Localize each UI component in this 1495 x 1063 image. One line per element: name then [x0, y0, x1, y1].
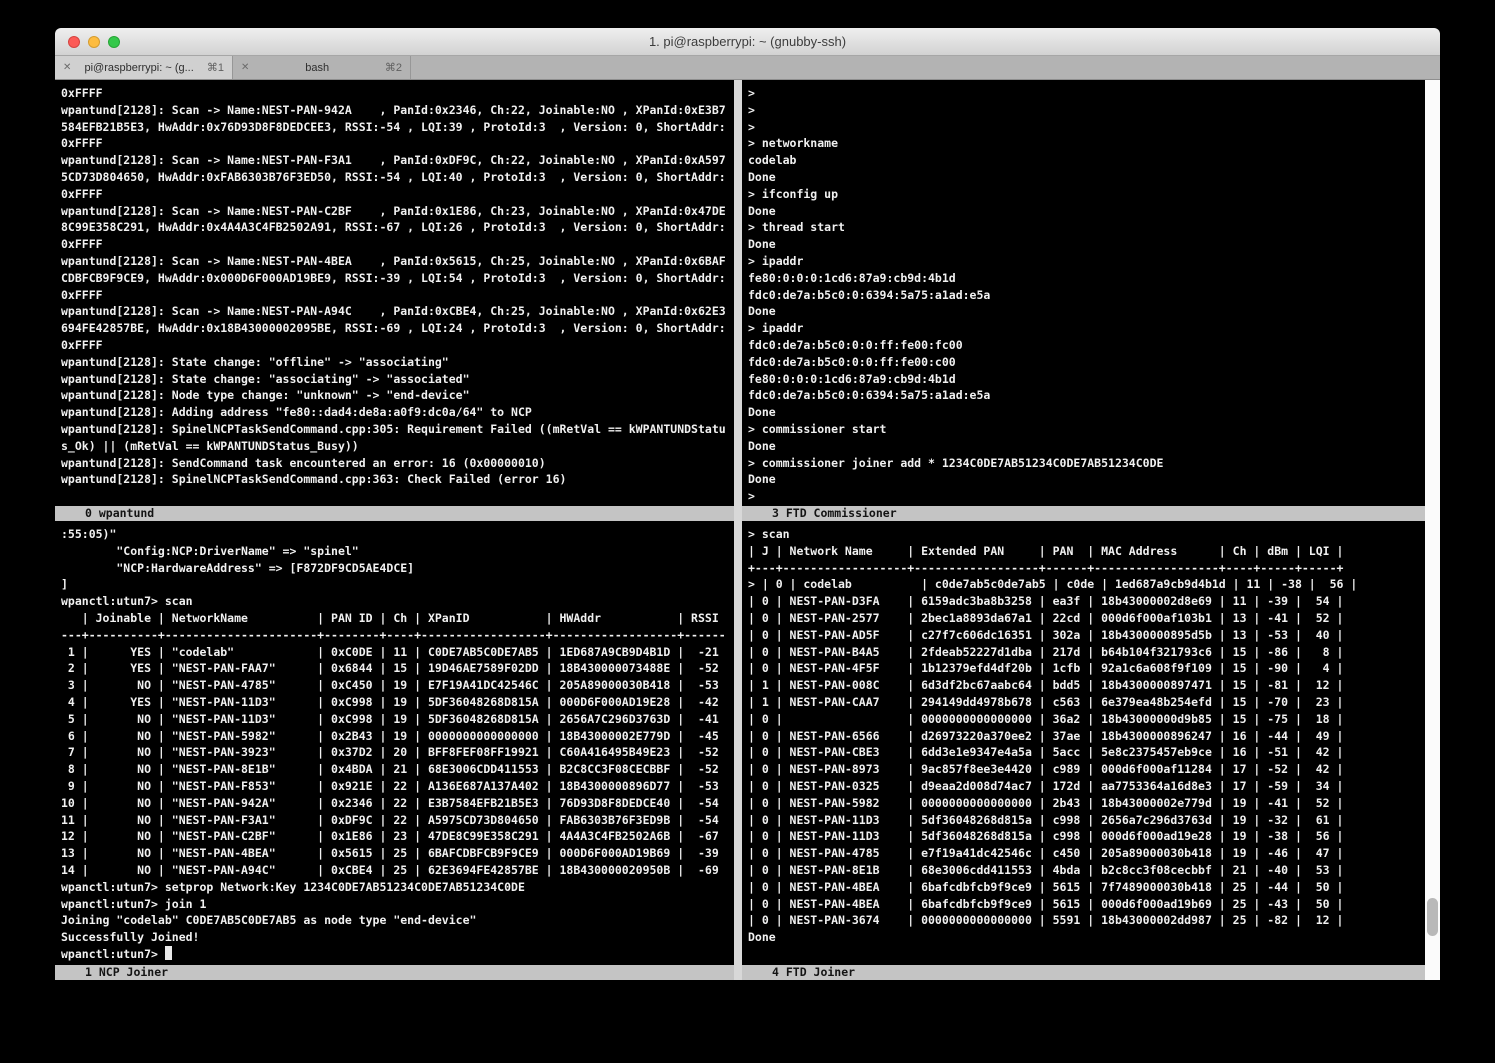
titlebar[interactable]: 1. pi@raspberrypi: ~ (gnubby-ssh): [55, 28, 1440, 56]
pane-title-ftd-joiner: 4 FTD Joiner: [742, 965, 1440, 980]
minimize-button[interactable]: [88, 36, 100, 48]
close-button[interactable]: [68, 36, 80, 48]
terminal-cursor: [165, 946, 172, 960]
pane-ftd-commissioner[interactable]: > > > > networkname codelab Done > ifcon…: [742, 80, 1425, 506]
tab-label: bash: [254, 62, 379, 74]
pane-title-ncp-joiner: 1 NCP Joiner: [55, 965, 734, 980]
scrollbar-thumb[interactable]: [1427, 898, 1438, 936]
pane-ncp-joiner[interactable]: :55:05)" "Config:NCP:DriverName" => "spi…: [55, 521, 734, 965]
tab-shortcut: ⌘2: [385, 61, 402, 74]
tab-bash[interactable]: ✕ bash ⌘2: [233, 56, 411, 79]
pane-title-wpantund: 0 wpantund: [55, 506, 734, 521]
pane-divider[interactable]: [734, 80, 742, 980]
tab-bar: ✕ pi@raspberrypi: ~ (g... ⌘1 ✕ bash ⌘2: [55, 56, 1440, 80]
tab-close-icon[interactable]: ✕: [63, 62, 71, 73]
pane-ftd-joiner[interactable]: > scan | J | Network Name | Extended PAN…: [742, 521, 1425, 965]
zoom-button[interactable]: [108, 36, 120, 48]
terminal-content: 0xFFFF wpantund[2128]: Scan -> Name:NEST…: [55, 80, 1440, 1010]
tab-ssh-session[interactable]: ✕ pi@raspberrypi: ~ (g... ⌘1: [55, 56, 233, 79]
scrollbar-track[interactable]: [1425, 80, 1440, 980]
pane-wpantund-log[interactable]: 0xFFFF wpantund[2128]: Scan -> Name:NEST…: [55, 80, 734, 506]
tab-label: pi@raspberrypi: ~ (g...: [76, 62, 201, 74]
traffic-lights: [68, 36, 120, 48]
tab-shortcut: ⌘1: [207, 61, 224, 74]
tab-close-icon[interactable]: ✕: [241, 62, 249, 73]
window-title: 1. pi@raspberrypi: ~ (gnubby-ssh): [55, 28, 1440, 55]
pane-title-ftd-commissioner: 3 FTD Commissioner: [742, 506, 1440, 521]
terminal-window: 1. pi@raspberrypi: ~ (gnubby-ssh) ✕ pi@r…: [55, 28, 1440, 1010]
